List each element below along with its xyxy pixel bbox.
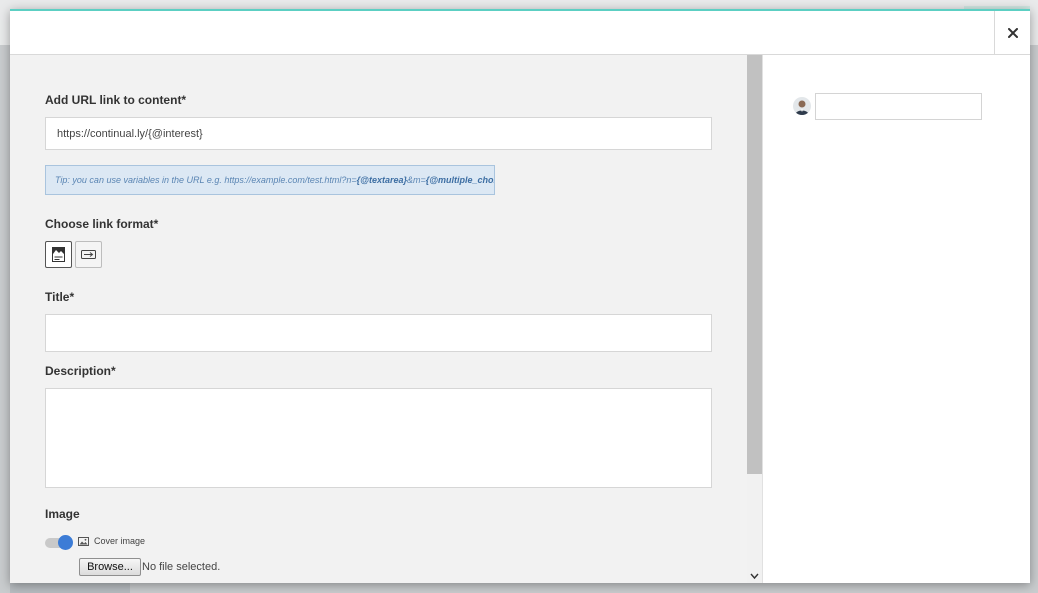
link-format-label: Choose link format* bbox=[45, 217, 159, 231]
url-label: Add URL link to content* bbox=[45, 93, 187, 107]
tip-middle: &m= bbox=[406, 175, 426, 185]
image-icon bbox=[78, 537, 89, 546]
sidebar-pane bbox=[762, 55, 1030, 583]
form-pane: Add URL link to content* https://continu… bbox=[10, 55, 747, 583]
card-format-icon bbox=[52, 247, 65, 262]
variables-tip: Tip: you can use variables in the URL e.… bbox=[45, 165, 495, 195]
chevron-down-icon[interactable] bbox=[749, 571, 760, 581]
file-status: No file selected. bbox=[142, 561, 221, 573]
cover-image-toggle[interactable] bbox=[45, 535, 73, 550]
image-label: Image bbox=[45, 507, 80, 521]
user-avatar bbox=[793, 97, 811, 115]
browse-button[interactable]: Browse... bbox=[79, 558, 141, 576]
title-label: Title* bbox=[45, 290, 75, 304]
scrollbar-thumb[interactable] bbox=[747, 55, 762, 474]
tip-prefix: Tip: you can use variables in the URL e.… bbox=[55, 175, 357, 185]
url-input[interactable]: https://continual.ly/{@interest} bbox=[45, 117, 712, 150]
cover-image-label: Cover image bbox=[94, 536, 146, 546]
close-icon bbox=[1007, 27, 1018, 38]
close-button[interactable] bbox=[994, 11, 1030, 54]
title-input[interactable] bbox=[45, 314, 712, 352]
tip-var-multiple-choice: {@multiple_choice} bbox=[425, 175, 494, 185]
sidebar-input[interactable] bbox=[815, 93, 982, 120]
description-textarea[interactable] bbox=[45, 388, 712, 488]
link-button-format-icon bbox=[81, 250, 96, 259]
url-input-value: https://continual.ly/{@interest} bbox=[57, 127, 203, 140]
format-card-button[interactable] bbox=[45, 241, 72, 268]
modal-header bbox=[10, 11, 1030, 55]
description-label: Description* bbox=[45, 364, 116, 378]
url-link-modal: Add URL link to content* https://continu… bbox=[10, 9, 1030, 583]
toggle-knob bbox=[58, 535, 73, 550]
form-scrollbar[interactable] bbox=[747, 55, 762, 583]
tip-var-textarea: {@textarea} bbox=[356, 175, 407, 185]
format-link-button[interactable] bbox=[75, 241, 102, 268]
